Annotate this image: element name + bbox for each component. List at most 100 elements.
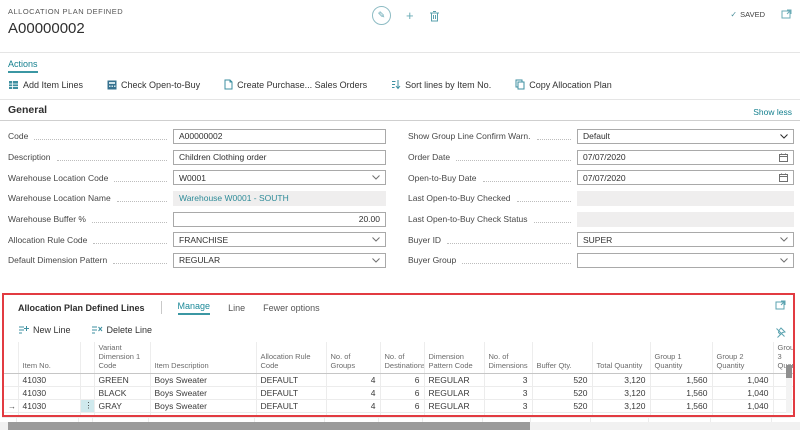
warehouse-buffer-input[interactable]: 20.00	[173, 212, 386, 227]
field-warehouse-location-name: Warehouse Location Name Warehouse W0001 …	[8, 188, 386, 209]
group2-quantity-cell[interactable]: 1,040	[712, 400, 773, 413]
total-quantity-cell[interactable]: 3,120	[592, 400, 650, 413]
vertical-scrollbar-thumb[interactable]	[786, 365, 792, 378]
new-button[interactable]: +	[406, 9, 414, 22]
table-row[interactable]: 41030 GREEN Boys Sweater DEFAULT 4 6 REG…	[4, 374, 793, 387]
no-of-destinations-cell[interactable]: 6	[380, 374, 424, 387]
allocation-rule-cell[interactable]: DEFAULT	[256, 387, 326, 400]
description-input[interactable]: Children Clothing order	[173, 150, 386, 165]
check-open-to-buy-button[interactable]: Check Open-to-Buy	[107, 80, 200, 90]
no-of-destinations-cell[interactable]: 6	[380, 387, 424, 400]
allocation-plan-lines-card: Allocation Plan Defined Lines Manage Lin…	[2, 293, 795, 417]
no-of-dimensions-cell[interactable]: 3	[484, 387, 532, 400]
dimension-pattern-cell[interactable]: REGULAR	[424, 387, 484, 400]
show-less-link[interactable]: Show less	[753, 107, 792, 117]
actions-menu-tab[interactable]: Actions	[8, 59, 38, 73]
show-group-line-confirm-select[interactable]: Default	[577, 129, 794, 144]
item-description-cell[interactable]: Boys Sweater	[150, 400, 256, 413]
action-row: Add Item Lines Check Open-to-Buy Create …	[8, 79, 612, 90]
chevron-down-icon	[780, 134, 788, 139]
item-no-cell[interactable]: 41030	[18, 400, 80, 413]
dimension-pattern-cell[interactable]: REGULAR	[424, 400, 484, 413]
sort-lines-button[interactable]: Sort lines by Item No.	[391, 79, 491, 90]
buffer-qty-cell[interactable]: 520	[532, 387, 592, 400]
group1-quantity-cell[interactable]: 1,560	[650, 400, 712, 413]
group1-quantity-cell[interactable]: 1,560	[650, 374, 712, 387]
default-dimension-pattern-combo[interactable]: REGULAR	[173, 253, 386, 268]
col-variant[interactable]: Variant Dimension 1 Code	[94, 342, 150, 374]
unpin-button[interactable]	[775, 327, 786, 338]
horizontal-scrollbar-thumb[interactable]	[8, 422, 530, 430]
group2-quantity-cell[interactable]: 1,040	[712, 374, 773, 387]
order-date-input[interactable]: 07/07/2020	[577, 150, 794, 165]
dotted-leader	[117, 194, 167, 202]
buyer-group-combo[interactable]	[577, 253, 794, 268]
variant-cell[interactable]: BLACK	[94, 387, 150, 400]
no-of-groups-cell[interactable]: 4	[326, 374, 380, 387]
table-row-selected[interactable]: → 41030 ⋮ GRAY Boys Sweater DEFAULT 4 6 …	[4, 400, 793, 413]
tab-manage[interactable]: Manage	[178, 301, 211, 315]
item-no-cell[interactable]: 41030	[18, 374, 80, 387]
col-group1-quantity[interactable]: Group 1 Quantity	[650, 342, 712, 374]
total-quantity-cell[interactable]: 3,120	[592, 374, 650, 387]
col-group2-quantity[interactable]: Group 2 Quantity	[712, 342, 773, 374]
add-item-lines-button[interactable]: Add Item Lines	[8, 80, 83, 90]
no-of-destinations-cell[interactable]: 6	[380, 400, 424, 413]
edit-button[interactable]: ✎	[372, 6, 391, 25]
buffer-qty-cell[interactable]: 520	[532, 374, 592, 387]
variant-cell[interactable]: GREEN	[94, 374, 150, 387]
code-input[interactable]: A00000002	[173, 129, 386, 144]
focus-mode-button[interactable]	[775, 300, 786, 310]
row-menu-cell[interactable]: ⋮	[80, 400, 94, 413]
field-label: Code	[8, 131, 28, 141]
group2-quantity-cell[interactable]: 1,040	[712, 387, 773, 400]
col-item-no[interactable]: Item No.	[18, 342, 80, 374]
no-of-groups-cell[interactable]: 4	[326, 400, 380, 413]
col-buffer-qty[interactable]: Buffer Qty.	[532, 342, 592, 374]
copy-allocation-plan-button[interactable]: Copy Allocation Plan	[515, 79, 612, 90]
dotted-leader	[537, 132, 571, 140]
col-allocation-rule[interactable]: Allocation Rule Code	[256, 342, 326, 374]
vertical-scrollbar[interactable]	[786, 365, 792, 413]
no-of-dimensions-cell[interactable]: 3	[484, 374, 532, 387]
col-no-of-dimensions[interactable]: No. of Dimensions	[484, 342, 532, 374]
item-description-cell[interactable]: Boys Sweater	[150, 387, 256, 400]
delete-line-button[interactable]: Delete Line	[91, 325, 153, 335]
open-in-window-icon	[781, 9, 792, 19]
field-label: Warehouse Location Code	[8, 173, 108, 183]
buffer-qty-cell[interactable]: 520	[532, 400, 592, 413]
warehouse-location-code-combo[interactable]: W0001	[173, 170, 386, 185]
no-of-groups-cell[interactable]: 4	[326, 387, 380, 400]
tab-fewer-options[interactable]: Fewer options	[263, 303, 320, 313]
row-menu-cell[interactable]	[80, 387, 94, 400]
row-menu-cell[interactable]	[80, 374, 94, 387]
total-quantity-cell[interactable]: 3,120	[592, 387, 650, 400]
field-label: Warehouse Location Name	[8, 193, 111, 203]
item-no-cell[interactable]: 41030	[18, 387, 80, 400]
variant-cell[interactable]: GRAY	[94, 400, 150, 413]
open-to-buy-date-input[interactable]: 07/07/2020	[577, 170, 794, 185]
group1-quantity-cell[interactable]: 1,560	[650, 387, 712, 400]
item-description-cell[interactable]: Boys Sweater	[150, 374, 256, 387]
col-no-of-groups[interactable]: No. of Groups	[326, 342, 380, 374]
col-item-description[interactable]: Item Description	[150, 342, 256, 374]
dotted-leader	[483, 174, 571, 182]
col-dimension-pattern[interactable]: Dimension Pattern Code	[424, 342, 484, 374]
create-orders-button[interactable]: Create Purchase... Sales Orders	[224, 79, 367, 90]
col-total-quantity[interactable]: Total Quantity	[592, 342, 650, 374]
table-row[interactable]: 41030 BLACK Boys Sweater DEFAULT 4 6 REG…	[4, 387, 793, 400]
new-line-button[interactable]: New Line	[18, 325, 71, 335]
chevron-down-icon	[372, 175, 380, 180]
col-no-of-destinations[interactable]: No. of Destinations	[380, 342, 424, 374]
allocation-rule-cell[interactable]: DEFAULT	[256, 374, 326, 387]
tab-line[interactable]: Line	[228, 303, 245, 313]
no-of-dimensions-cell[interactable]: 3	[484, 400, 532, 413]
open-in-window-button[interactable]	[781, 9, 792, 19]
delete-button[interactable]	[429, 10, 440, 22]
horizontal-scrollbar[interactable]	[0, 422, 800, 430]
allocation-rule-cell[interactable]: DEFAULT	[256, 400, 326, 413]
calendar-icon	[779, 173, 788, 182]
allocation-rule-code-combo[interactable]: FRANCHISE	[173, 232, 386, 247]
dimension-pattern-cell[interactable]: REGULAR	[424, 374, 484, 387]
buyer-id-combo[interactable]: SUPER	[577, 232, 794, 247]
